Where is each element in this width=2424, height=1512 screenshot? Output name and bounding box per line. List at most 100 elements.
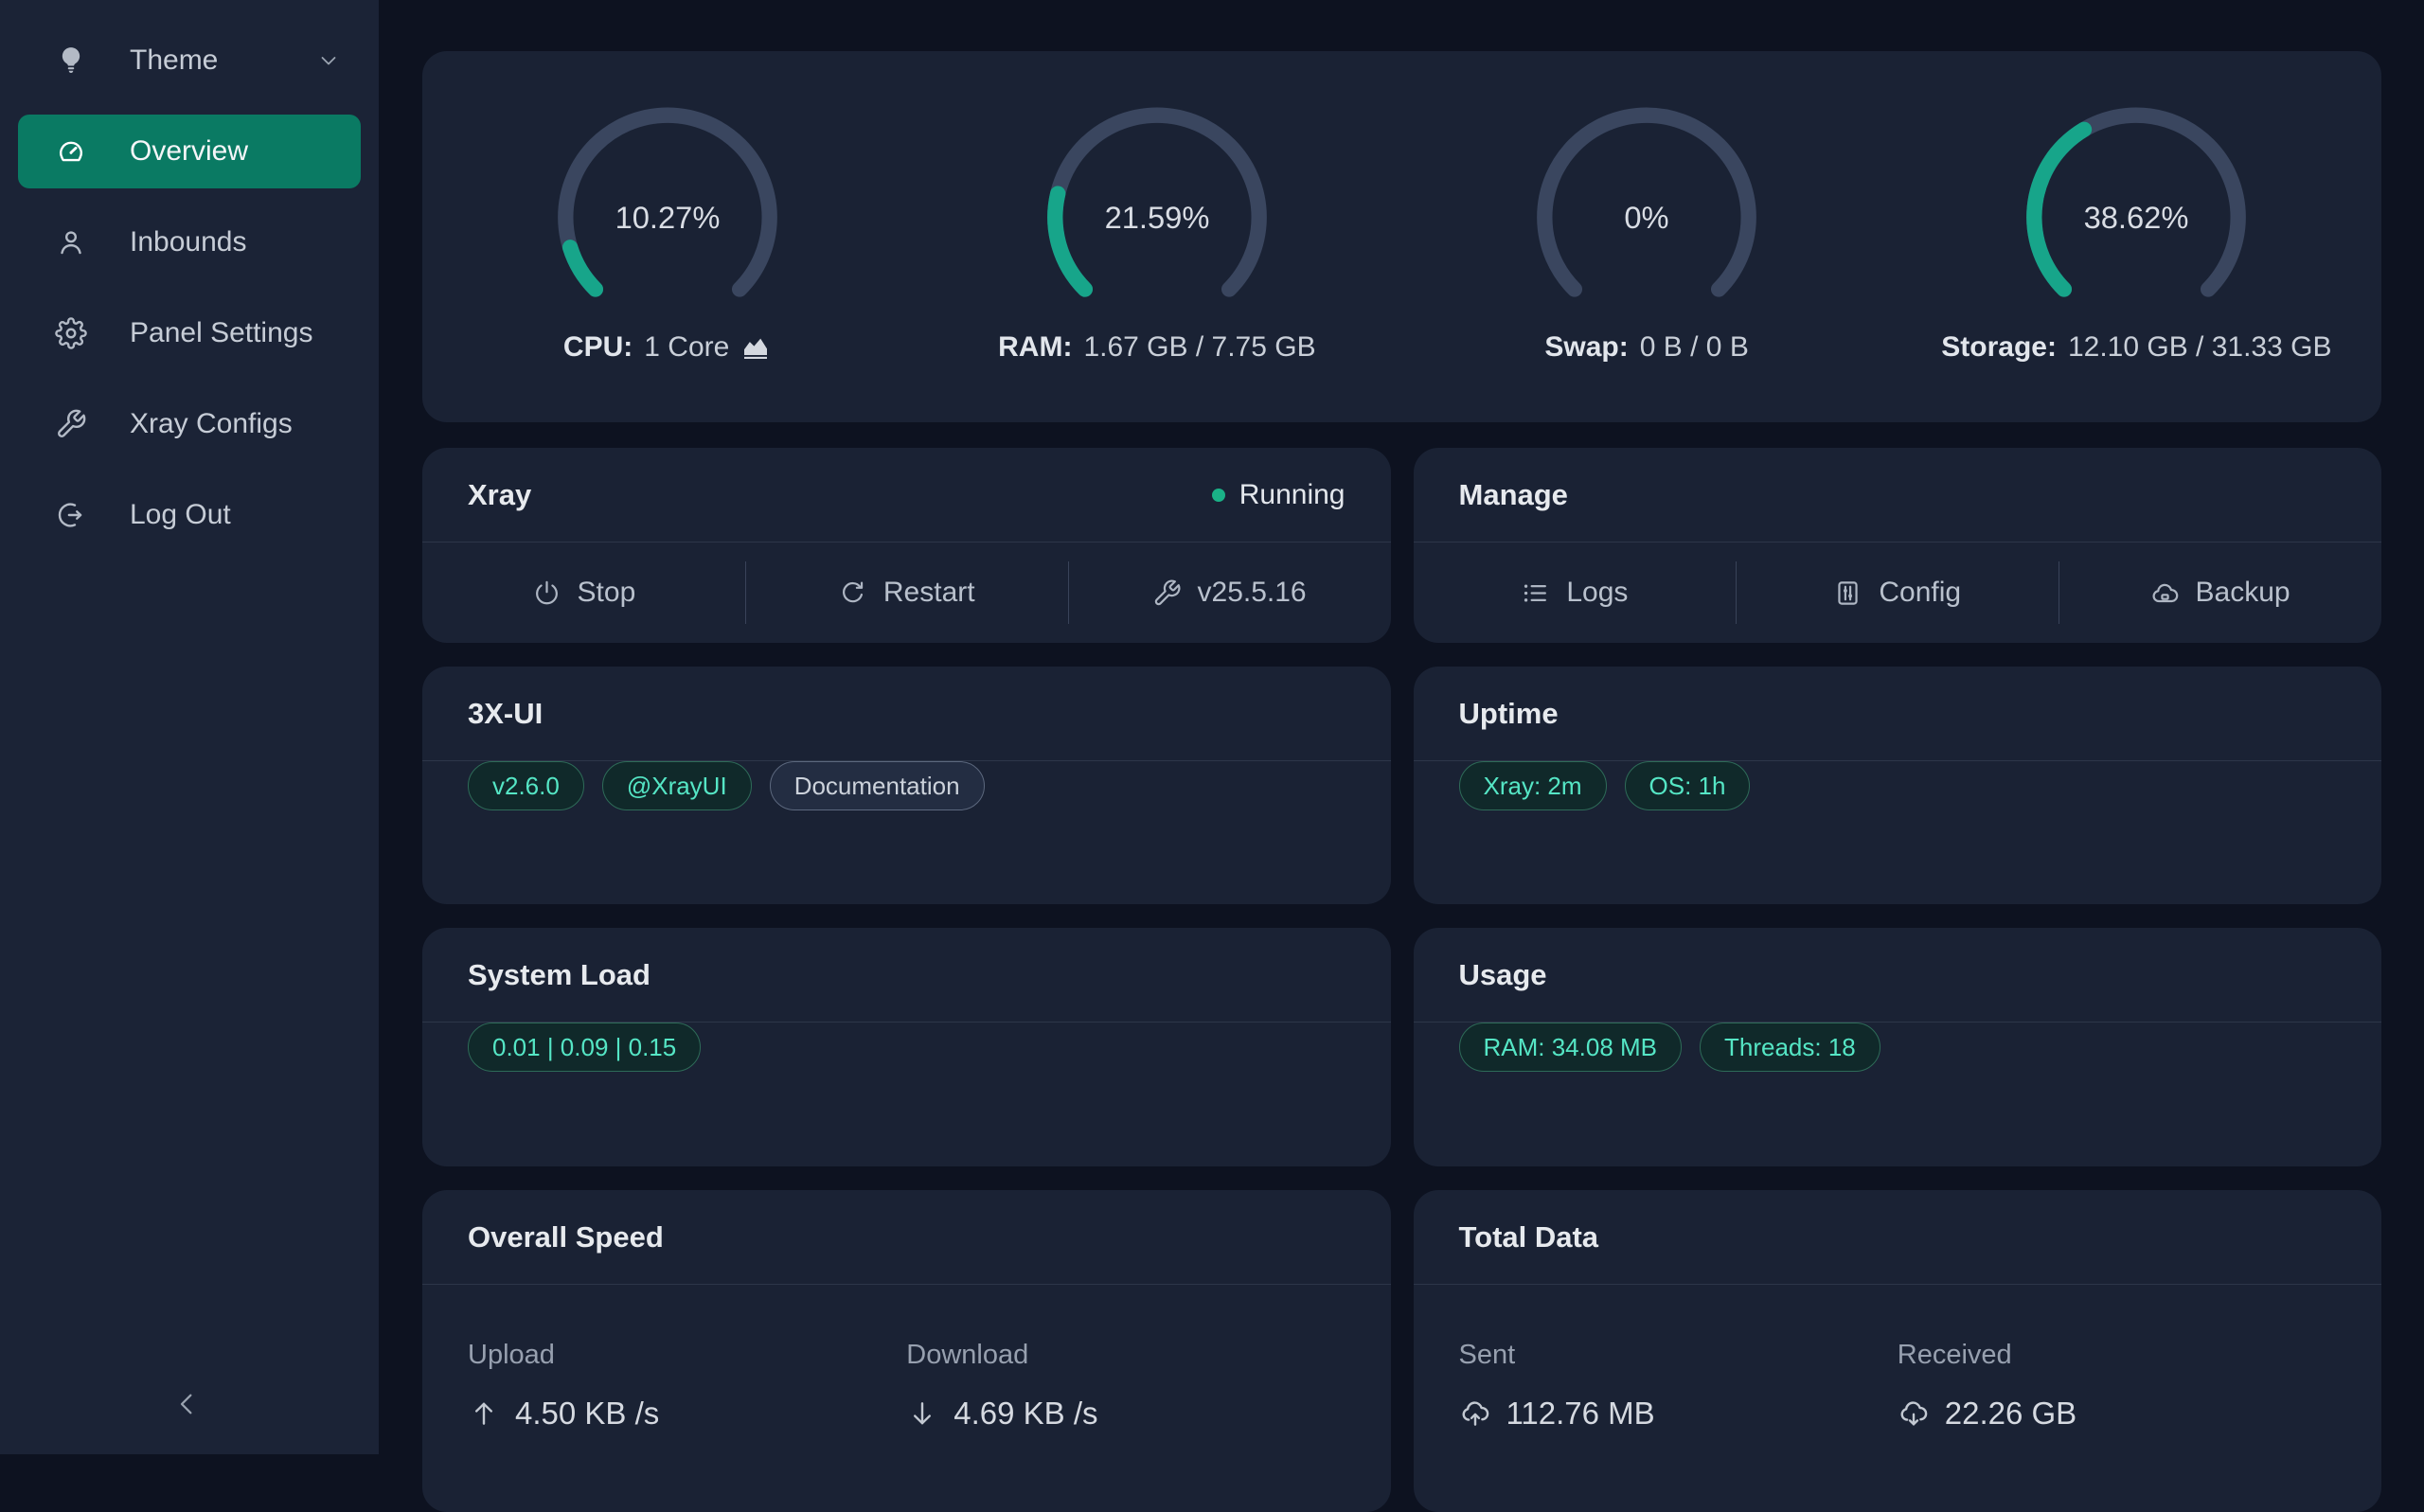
card-title: Total Data [1459, 1220, 1599, 1254]
card-title: Uptime [1459, 697, 1559, 731]
status-label: Running [1239, 479, 1346, 511]
upload-label: Upload [468, 1340, 906, 1371]
received-stat: Received22.26 GB [1898, 1340, 2336, 1432]
stop-button[interactable]: Stop [422, 543, 745, 643]
wrench-icon [54, 407, 88, 441]
refresh-icon [838, 578, 867, 608]
action-label: Backup [2196, 577, 2290, 609]
cloud-down-icon [1898, 1397, 1930, 1430]
theme-label: Theme [130, 44, 218, 77]
speed-stats: Upload 4.50 KB /s Download 4.69 KB /s [422, 1285, 1391, 1432]
cloud-up-icon [1459, 1397, 1491, 1430]
version-button[interactable]: v25.5.16 [1068, 543, 1391, 643]
gauge-arc: 21.59% [1039, 98, 1275, 305]
area-chart-icon[interactable] [740, 332, 771, 363]
gauge-label-value: 1 Core [644, 331, 729, 364]
sidebar-item-label: Xray Configs [130, 408, 293, 440]
gauge-arc: 38.62% [2018, 98, 2255, 305]
gauge-storage: 38.62%Storage:12.10 GB / 31.33 GB [1892, 98, 2381, 364]
backup-button[interactable]: Backup [2059, 543, 2381, 643]
sidebar-item-inbounds[interactable]: Inbounds [0, 197, 379, 288]
system-gauges-card: 10.27% CPU: 1 Core 21.59% RAM: 1.67 GB / 7.7… [422, 51, 2381, 422]
upload-stat: Upload 4.50 KB /s [468, 1340, 906, 1432]
tag-0-01-0-09-0-15: 0.01 | 0.09 | 0.15 [468, 1023, 701, 1072]
list-icon [1521, 578, 1550, 608]
card-title: Xray [468, 478, 531, 512]
tag-os-1h: OS: 1h [1625, 761, 1751, 810]
tag-xray-2m: Xray: 2m [1459, 761, 1607, 810]
gauge-label-bold: CPU: [563, 331, 633, 364]
manage-card-header: Manage [1414, 448, 2382, 543]
sidebar: Theme Overview InboundsPanel Settings Xray… [0, 0, 379, 1454]
status-dot-icon [1212, 489, 1225, 502]
system-load-card-header: System Load [422, 928, 1391, 1023]
manage-actions: LogsConfig Backup [1414, 543, 2382, 643]
stat-value-text: 4.50 KB /s [515, 1396, 659, 1432]
chevron-down-icon [316, 48, 341, 73]
sliders-icon [1833, 578, 1863, 608]
theme-selector[interactable]: Theme [0, 15, 379, 106]
usage-card-header: Usage [1414, 928, 2382, 1023]
tag-v2-6-0[interactable]: v2.6.0 [468, 761, 584, 810]
overall-speed-card-header: Overall Speed [422, 1190, 1391, 1285]
system-load-card: System Load 0.01 | 0.09 | 0.15 [422, 928, 1391, 1166]
xui-card-header: 3X-UI [422, 667, 1391, 761]
action-label: v25.5.16 [1198, 577, 1307, 609]
total-data-card: Total Data Sent112.76 MBReceived22.26 GB [1414, 1190, 2382, 1512]
speedometer-icon [54, 134, 88, 169]
restart-button[interactable]: Restart [745, 543, 1068, 643]
gauge-swap: 0% Swap:0 B / 0 B [1402, 98, 1892, 364]
xray-status-badge: Running [1212, 479, 1346, 511]
svg-text:38.62%: 38.62% [2084, 200, 2189, 235]
sidebar-item-label: Overview [130, 135, 248, 168]
arrow-up-icon [468, 1397, 500, 1430]
sidebar-item-overview[interactable]: Overview [18, 115, 361, 188]
cloud-icon [2150, 578, 2180, 608]
gauge-arc: 0% [1528, 98, 1765, 305]
xui-tags: v2.6.0 @XrayUI Documentation [422, 761, 1391, 810]
system-load-tags: 0.01 | 0.09 | 0.15 [422, 1023, 1391, 1072]
logs-button[interactable]: Logs [1414, 543, 1737, 643]
download-label: Download [906, 1340, 1345, 1371]
sidebar-nav: Overview InboundsPanel Settings Xray Confi… [0, 115, 379, 560]
wrench-icon [1152, 578, 1182, 608]
gear-icon [54, 316, 88, 350]
xray-actions: Stop Restart v25.5.16 [422, 543, 1391, 643]
gauge-cpu: 10.27% CPU: 1 Core [422, 98, 912, 364]
sent-stat: Sent112.76 MB [1459, 1340, 1898, 1432]
sidebar-item-log-out[interactable]: Log Out [0, 470, 379, 560]
card-title: Usage [1459, 958, 1547, 992]
tag-ram-34-08-mb: RAM: 34.08 MB [1459, 1023, 1683, 1072]
person-icon [54, 225, 88, 259]
svg-text:10.27%: 10.27% [615, 200, 720, 235]
gauge-cpu-label: CPU: 1 Core [563, 331, 771, 364]
config-button[interactable]: Config [1736, 543, 2059, 643]
gauge-label-value: 1.67 GB / 7.75 GB [1083, 331, 1315, 364]
sidebar-item-panel-settings[interactable]: Panel Settings [0, 288, 379, 379]
logout-icon [54, 498, 88, 532]
sidebar-collapse-button[interactable] [159, 1377, 216, 1433]
card-title: 3X-UI [468, 697, 543, 731]
tag-xrayui[interactable]: @XrayUI [602, 761, 752, 810]
tag-documentation[interactable]: Documentation [770, 761, 985, 810]
main-content: 10.27% CPU: 1 Core 21.59% RAM: 1.67 GB / 7.7… [422, 51, 2381, 1512]
bulb-icon [54, 44, 88, 78]
gauge-label-bold: Swap: [1544, 331, 1628, 364]
uptime-tags: Xray: 2m OS: 1h [1414, 761, 2382, 810]
svg-text:21.59%: 21.59% [1104, 200, 1209, 235]
xui-card: 3X-UI v2.6.0 @XrayUI Documentation [422, 667, 1391, 904]
download-value: 4.69 KB /s [906, 1396, 1345, 1432]
xray-card-header: Xray Running [422, 448, 1391, 543]
action-label: Stop [578, 577, 636, 609]
gauge-swap-label: Swap:0 B / 0 B [1544, 331, 1748, 364]
stat-value-text: 112.76 MB [1506, 1396, 1655, 1432]
received-value: 22.26 GB [1898, 1396, 2336, 1432]
uptime-card-header: Uptime [1414, 667, 2382, 761]
action-label: Restart [883, 577, 975, 609]
sidebar-item-xray-configs[interactable]: Xray Configs [0, 379, 379, 470]
gauge-label-bold: RAM: [998, 331, 1072, 364]
svg-text:0%: 0% [1625, 200, 1669, 235]
stat-value-text: 22.26 GB [1945, 1396, 2076, 1432]
upload-value: 4.50 KB /s [468, 1396, 906, 1432]
card-title: Manage [1459, 478, 1568, 512]
